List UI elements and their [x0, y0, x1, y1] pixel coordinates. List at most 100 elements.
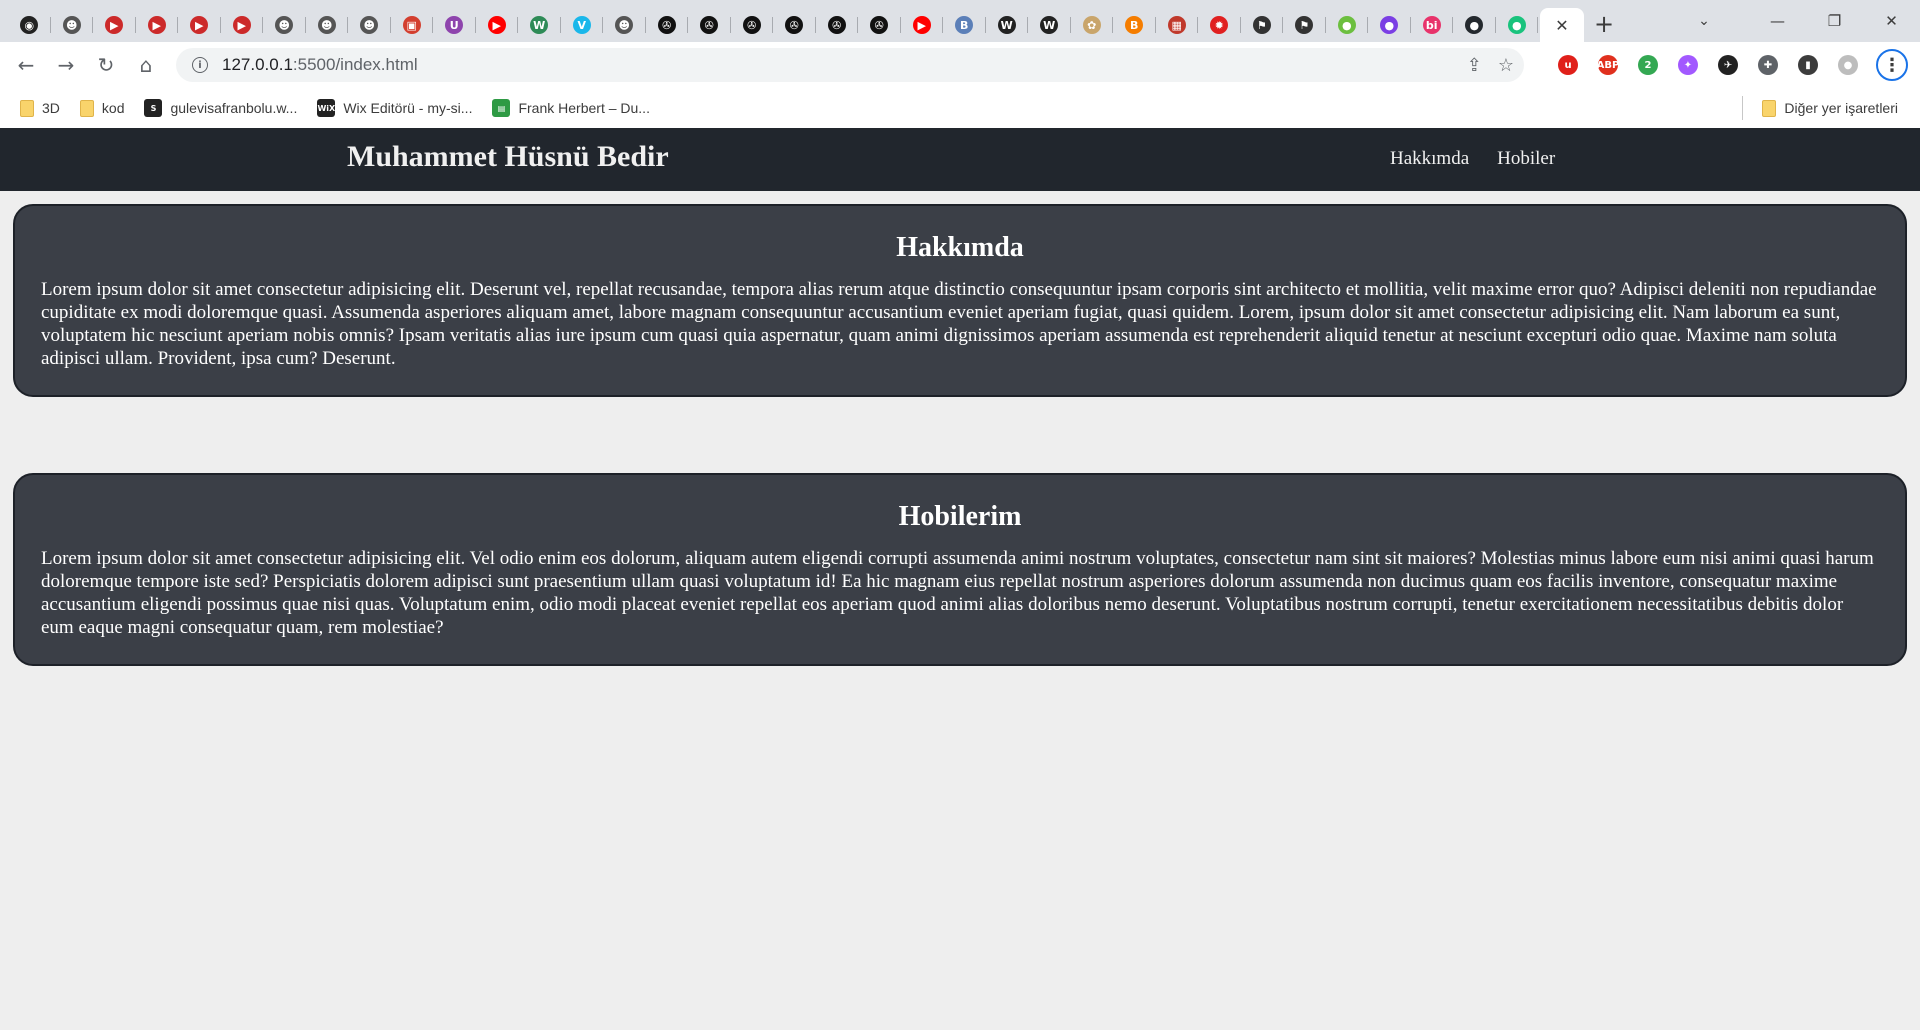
tab-search-chevron-icon[interactable]: ⌄ [1684, 0, 1724, 42]
folder-icon [20, 99, 34, 117]
extension-button[interactable]: ✚ [1748, 46, 1788, 84]
pinned-tab[interactable]: ▶ [93, 8, 136, 42]
pinned-tab[interactable]: ✹ [1198, 8, 1241, 42]
youtube-play-icon: ▶ [147, 16, 166, 34]
pinned-tab[interactable]: ✇ [858, 8, 901, 42]
pinned-tab[interactable]: W [518, 8, 561, 42]
forward-arrow-icon[interactable]: → [46, 45, 86, 85]
bookmark-folder[interactable]: 3D [10, 94, 70, 122]
pinned-tab[interactable]: ▣ [391, 8, 434, 42]
other-bookmarks-folder[interactable]: Diğer yer işaretleri [1752, 94, 1908, 122]
new-tab-button[interactable]: + [1584, 7, 1624, 41]
pinned-tabs: ◉ ☻ ▶ ▶ ▶ ▶ ☻ ☻ ☻ ▣ U ▶ W V ☻ ✇ ✇ ✇ ✇ ✇ ✇ ▶ B W W ✿ B ▦ ✹ ⚑ ⚑ ● ● bi ● ● [0, 0, 1538, 42]
pinned-tab[interactable]: ● [1496, 8, 1539, 42]
bookmark-link[interactable]: ▤ Frank Herbert – Du... [482, 94, 660, 122]
pinned-tab[interactable]: ⚑ [1241, 8, 1284, 42]
pinned-tab[interactable]: bi [1411, 8, 1454, 42]
bookmark-star-icon[interactable]: ☆ [1498, 55, 1514, 76]
close-window-button[interactable]: ✕ [1863, 0, 1920, 42]
pinned-tab[interactable]: ☻ [603, 8, 646, 42]
extension-button[interactable]: ✦ [1668, 46, 1708, 84]
extension-button[interactable]: ▮ [1788, 46, 1828, 84]
puzzle-icon: ✚ [1758, 55, 1778, 75]
wix-logo-icon: WiX [317, 99, 336, 117]
pinned-tab[interactable]: W [986, 8, 1029, 42]
pinned-tab[interactable]: ☻ [306, 8, 349, 42]
extension-button[interactable]: 2 [1628, 46, 1668, 84]
site-nav: Hakkımda Hobiler [1390, 148, 1555, 170]
pinned-tab[interactable]: ● [1326, 8, 1369, 42]
pinned-tab[interactable]: ● [1453, 8, 1496, 42]
drop-icon: ● [1337, 16, 1356, 34]
bookmark-label: kod [101, 100, 125, 116]
pinned-tab[interactable]: ● [1368, 8, 1411, 42]
blogger-icon: B [1125, 16, 1144, 34]
share-icon[interactable]: ⇪ [1467, 55, 1482, 76]
profile-avatar-icon: ● [1838, 55, 1858, 75]
pinned-tab[interactable]: U [433, 8, 476, 42]
pinned-tab[interactable]: ▶ [178, 8, 221, 42]
adblock-plus-icon: ABP [1597, 55, 1619, 75]
purple-feather-icon: ✦ [1678, 55, 1698, 75]
film-reel-icon: ✇ [827, 16, 846, 34]
bookmark-link[interactable]: Sgulevisafranbolu.w... [134, 94, 307, 122]
extension-button[interactable]: ● [1828, 46, 1868, 84]
pinned-tab[interactable]: ✇ [688, 8, 731, 42]
pinned-tab[interactable]: ✿ [1071, 8, 1114, 42]
pinned-tab[interactable]: ⚑ [1283, 8, 1326, 42]
bookmark-link[interactable]: WiX Wix Editörü - my-si... [307, 94, 482, 122]
bookmark-label: 3D [42, 100, 60, 116]
browser-menu-icon[interactable]: ⋮ [1876, 49, 1908, 81]
pinned-tab[interactable]: ◉ [8, 8, 51, 42]
bookmark-folder[interactable]: kod [70, 94, 135, 122]
github-cat-icon: ☻ [615, 16, 634, 34]
pinned-tab[interactable]: ✇ [731, 8, 774, 42]
side-panel-icon: ▮ [1798, 55, 1818, 75]
pinned-tab[interactable]: ✇ [646, 8, 689, 42]
bird-icon: ✈ [1718, 55, 1738, 75]
pinned-tab[interactable]: ☻ [348, 8, 391, 42]
about-heading: Hakkımda [896, 232, 1024, 263]
pinned-tab[interactable]: W [1028, 8, 1071, 42]
pinned-tab[interactable]: B [943, 8, 986, 42]
pinned-tab[interactable]: ▶ [476, 8, 519, 42]
back-arrow-icon[interactable]: ← [6, 45, 46, 85]
extension-button[interactable]: u [1548, 46, 1588, 84]
reload-icon[interactable]: ↻ [86, 45, 126, 85]
github-cat-icon: ☻ [275, 16, 294, 34]
address-bar[interactable]: i 127.0.0.1:5500/index.html ⇪ ☆ [176, 48, 1524, 82]
pinned-tab[interactable]: ▶ [901, 8, 944, 42]
pinned-tab[interactable]: V [561, 8, 604, 42]
bookmarks-bar: 3D kod Sgulevisafranbolu.w... WiX Wix Editör… [0, 88, 1920, 128]
extension-button[interactable]: ABP [1588, 46, 1628, 84]
nav-link-about[interactable]: Hakkımda [1390, 148, 1469, 170]
close-tab-icon[interactable]: ✕ [1555, 16, 1568, 35]
pinned-tab[interactable]: ☻ [51, 8, 94, 42]
pinned-tab[interactable]: ▶ [136, 8, 179, 42]
pinned-tab[interactable]: ✇ [773, 8, 816, 42]
pinned-tab[interactable]: ✇ [816, 8, 859, 42]
film-reel-icon: ✇ [742, 16, 761, 34]
url-text[interactable]: 127.0.0.1:5500/index.html [222, 55, 418, 75]
bookmark-label: Wix Editörü - my-si... [343, 100, 473, 116]
hobbies-text: Lorem ipsum dolor sit amet consectetur a… [41, 548, 1874, 638]
window-controls: — ❐ ✕ [1749, 0, 1920, 42]
browser-toolbar: ← → ↻ ⌂ i 127.0.0.1:5500/index.html ⇪ ☆ … [0, 42, 1920, 88]
minimize-button[interactable]: — [1749, 0, 1806, 42]
active-tab[interactable]: ✕ [1540, 8, 1584, 42]
pinned-tab[interactable]: ▶ [221, 8, 264, 42]
about-text: Lorem ipsum dolor sit amet consectetur a… [41, 279, 1877, 369]
ublock-icon: u [1558, 55, 1578, 75]
s-logo-icon: S [144, 99, 163, 117]
site-info-icon[interactable]: i [192, 57, 208, 73]
bookmark-label: Frank Herbert – Du... [518, 100, 650, 116]
pinned-tab[interactable]: ▦ [1156, 8, 1199, 42]
gear-red-icon: ✹ [1210, 16, 1229, 34]
film-reel-icon: ✇ [657, 16, 676, 34]
nav-link-hobbies[interactable]: Hobiler [1497, 148, 1555, 170]
pinned-tab[interactable]: B [1113, 8, 1156, 42]
pinned-tab[interactable]: ☻ [263, 8, 306, 42]
extension-button[interactable]: ✈ [1708, 46, 1748, 84]
home-icon[interactable]: ⌂ [126, 45, 166, 85]
maximize-button[interactable]: ❐ [1806, 0, 1863, 42]
